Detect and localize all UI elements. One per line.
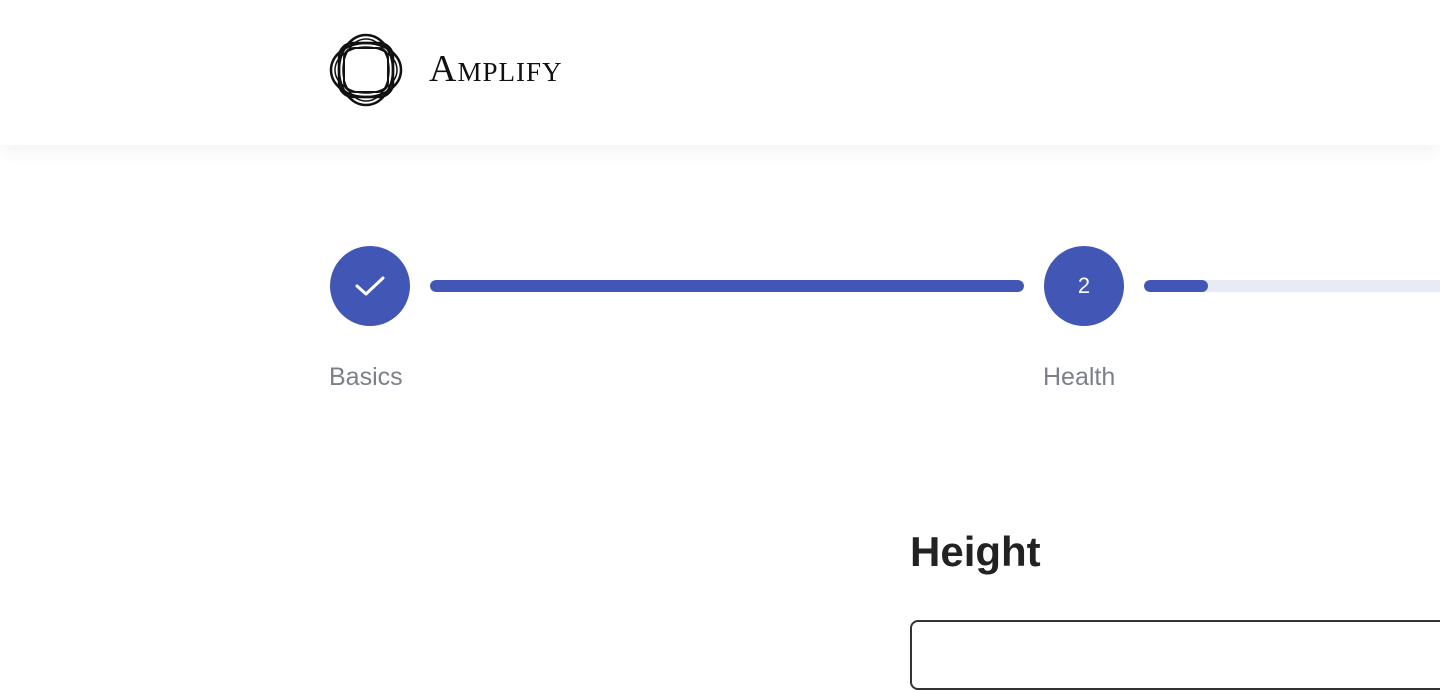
height-input[interactable]: [910, 620, 1440, 690]
brand-logo-icon[interactable]: [329, 33, 403, 107]
step-basics-label: Basics: [329, 363, 403, 391]
step-connector-basics-fill: [430, 280, 1024, 292]
checkmark-icon: [355, 276, 385, 296]
header: Amplify: [0, 0, 1440, 145]
brand-name[interactable]: Amplify: [429, 49, 562, 89]
step-connector-health-fill: [1144, 280, 1208, 292]
step-health-label: Health: [1043, 363, 1116, 391]
step-health-indicator[interactable]: 2: [1044, 246, 1124, 326]
step-basics-indicator[interactable]: [330, 246, 410, 326]
step-connector-basics: [430, 280, 1024, 292]
height-heading: Height: [910, 528, 1041, 575]
step-connector-health: [1144, 280, 1440, 292]
step-health-number: 2: [1077, 273, 1091, 298]
